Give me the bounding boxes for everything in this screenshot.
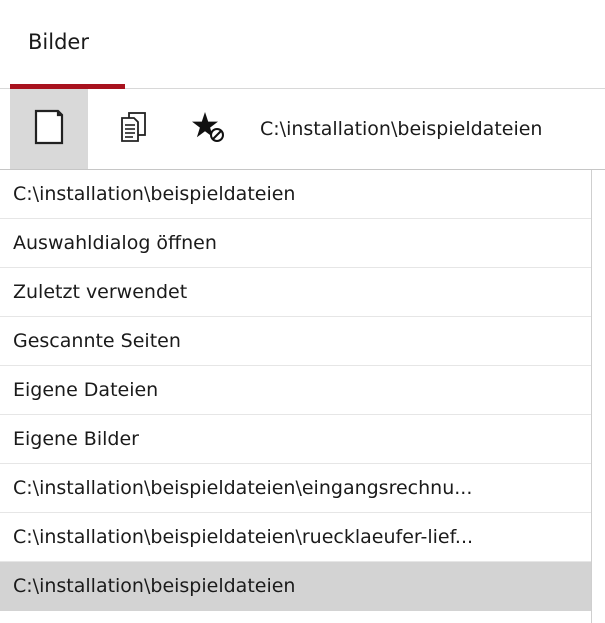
list-item[interactable]: Gescannte Seiten (0, 317, 591, 366)
remove-favorite-button[interactable] (176, 89, 242, 169)
favorite-remove-icon (192, 111, 226, 147)
list-item[interactable]: Auswahldialog öffnen (0, 219, 591, 268)
panel-header: Bilder (0, 0, 605, 89)
current-path-display[interactable]: C:\installation\beispieldateien (252, 89, 605, 169)
source-dropdown-list: C:\installation\beispieldateien Auswahld… (0, 170, 592, 623)
multi-document-button[interactable] (100, 89, 166, 169)
single-document-button[interactable] (10, 89, 88, 169)
list-item[interactable]: Zuletzt verwendet (0, 268, 591, 317)
list-item[interactable]: C:\installation\beispieldateien (0, 170, 591, 219)
list-item[interactable]: Eigene Bilder (0, 415, 591, 464)
current-path-text: C:\installation\beispieldateien (260, 118, 543, 140)
list-scroll-edge (592, 170, 605, 623)
list-item[interactable]: C:\installation\beispieldateien\eingangs… (0, 464, 591, 513)
list-item[interactable]: Eigene Dateien (0, 366, 591, 415)
document-icon (34, 109, 64, 149)
list-item[interactable]: C:\installation\beispieldateien\ruecklae… (0, 513, 591, 562)
image-source-panel: Bilder C:\installation\beispieldateien C… (0, 0, 605, 623)
toolbar: C:\installation\beispieldateien (0, 89, 605, 170)
copy-document-icon (118, 110, 148, 148)
list-item-selected[interactable]: C:\installation\beispieldateien (0, 562, 591, 611)
tab-bilder[interactable]: Bilder (10, 0, 125, 89)
tab-label: Bilder (28, 30, 89, 54)
